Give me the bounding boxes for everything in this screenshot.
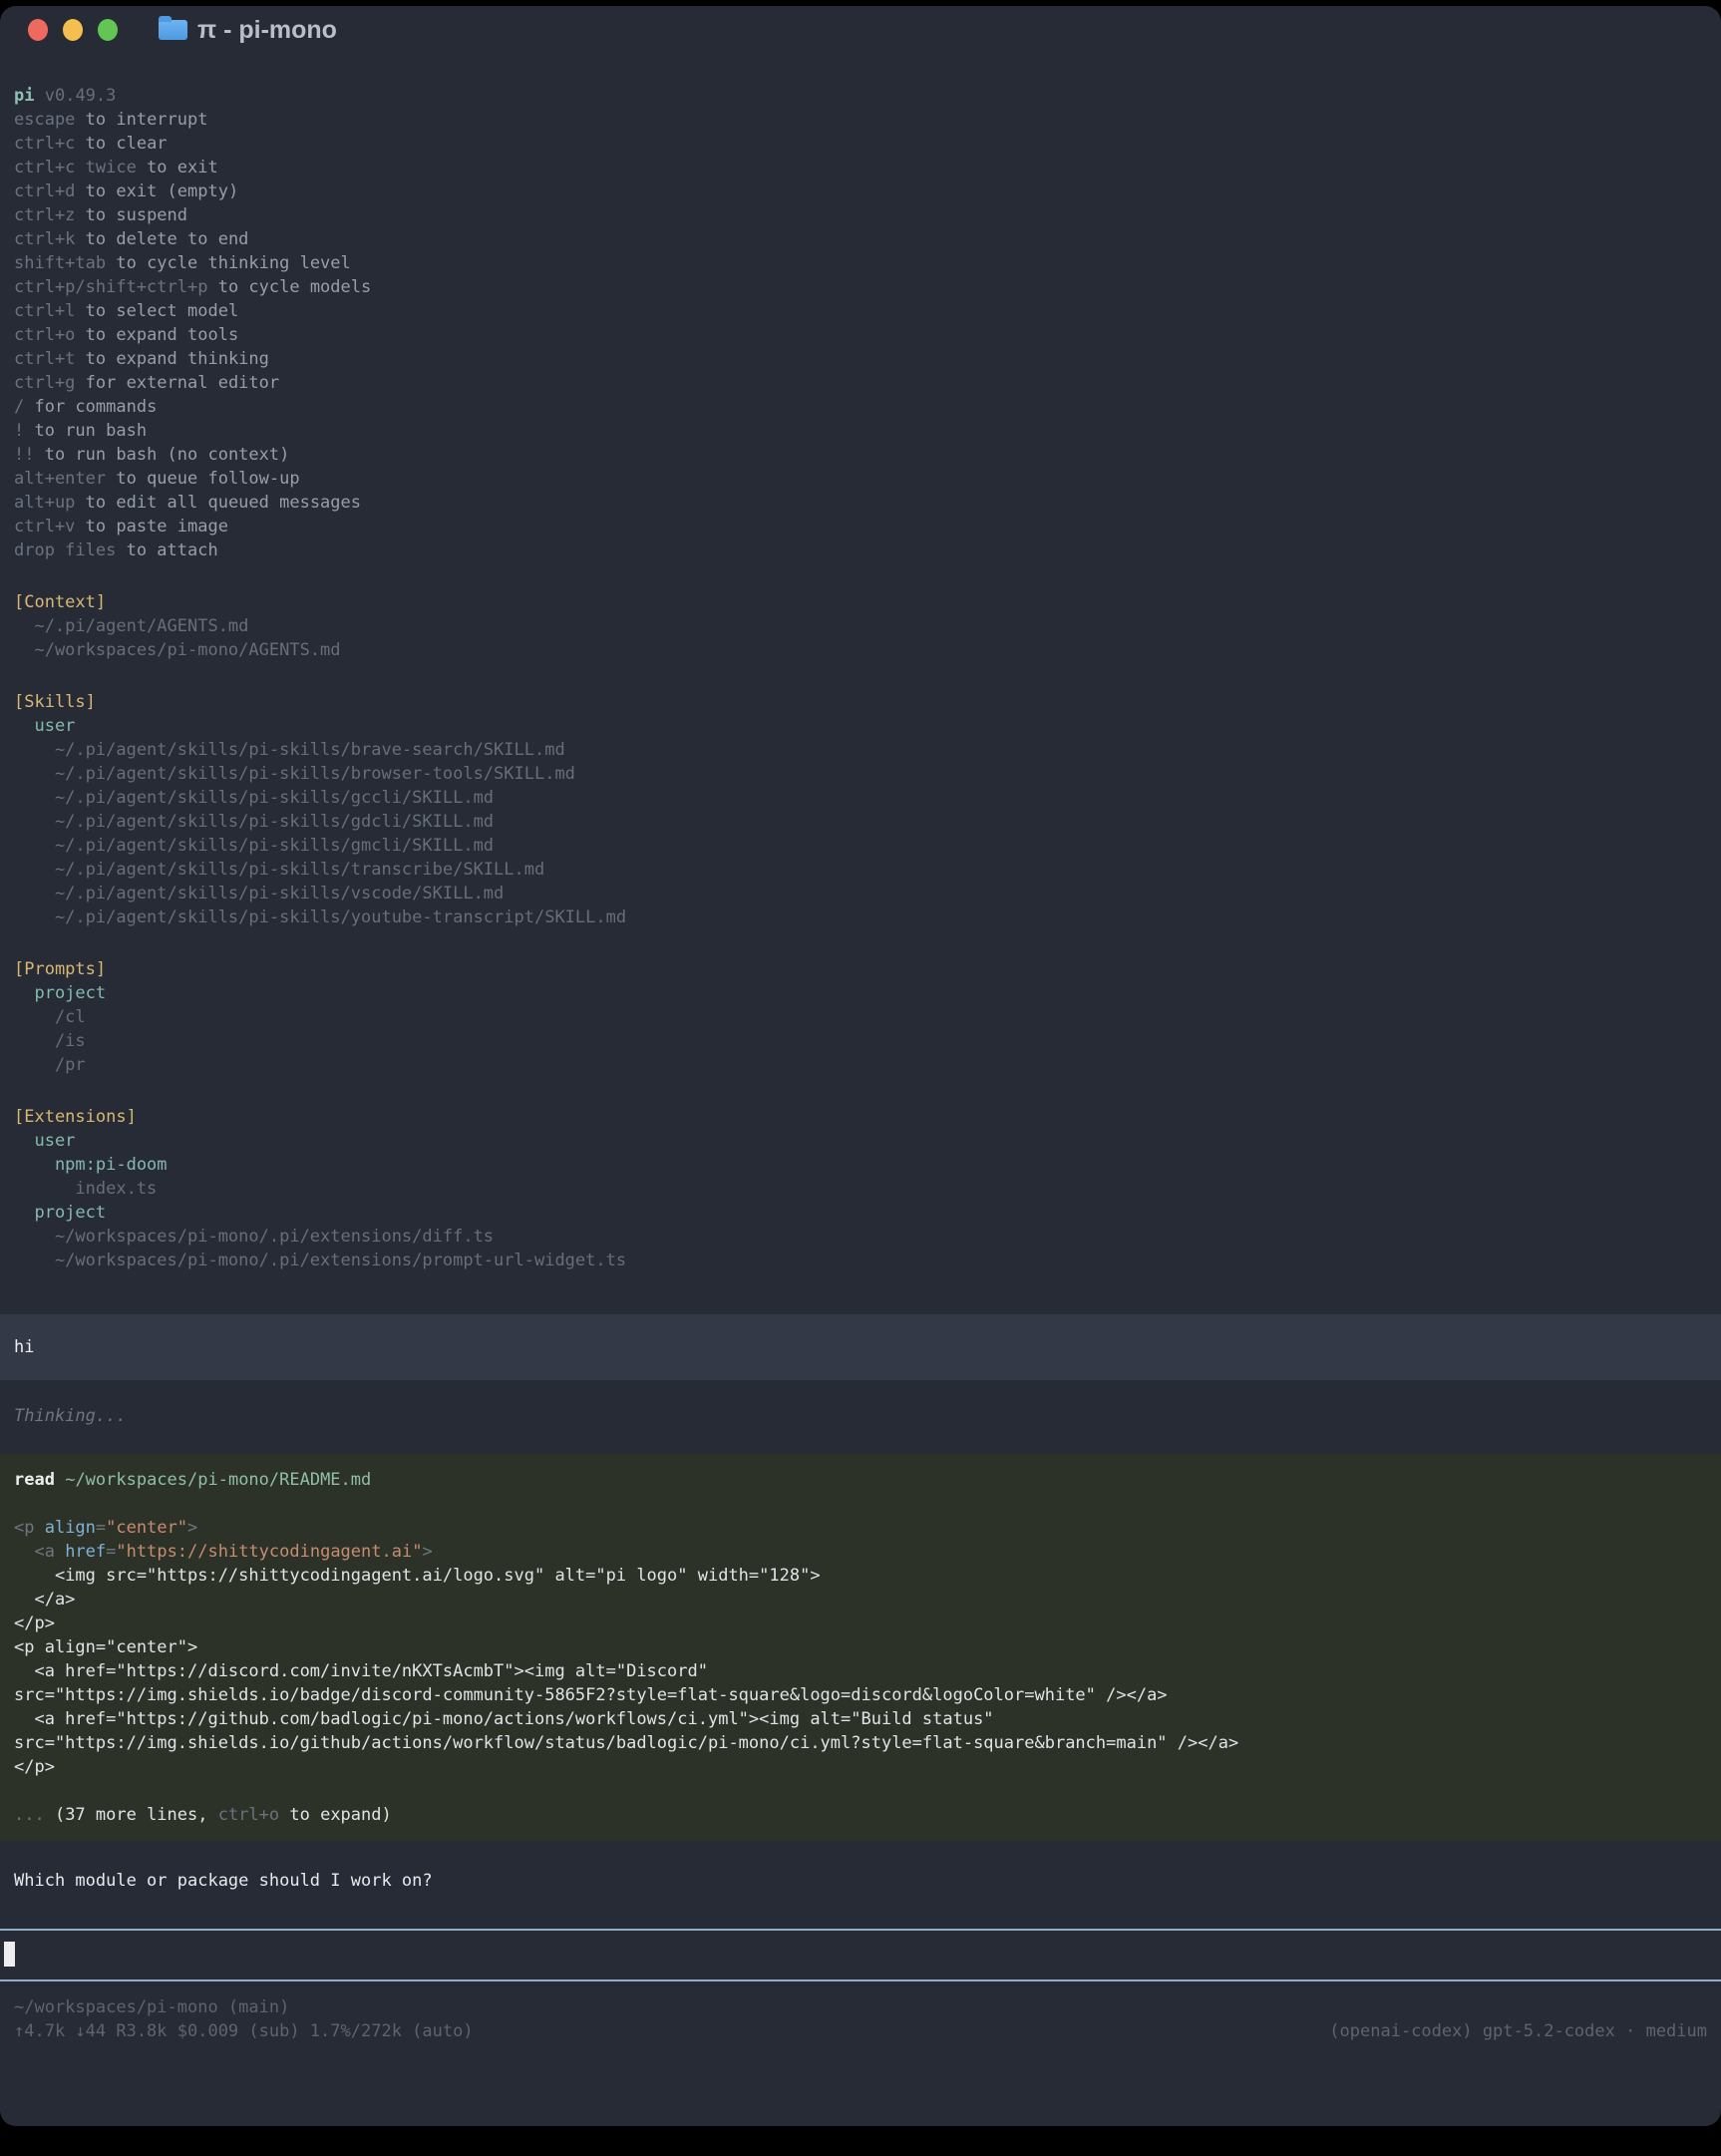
tool-call-header: read ~/workspaces/pi-mono/README.md — [0, 1468, 1721, 1492]
zoom-button[interactable] — [98, 19, 118, 41]
code-line — [0, 1779, 1721, 1803]
status-line2: ↑4.7k ↓44 R3.8k $0.009 (sub) 1.7%/272k (… — [0, 2019, 1721, 2043]
code-line: ... (37 more lines, ctrl+o to expand) — [0, 1803, 1721, 1827]
shortcut-row: ! to run bash — [0, 419, 1721, 443]
thinking-indicator: Thinking... — [0, 1404, 1721, 1428]
window-title: π - pi-mono — [197, 16, 337, 45]
skill-row: ~/.pi/agent/skills/pi-skills/transcribe/… — [0, 858, 1721, 882]
code-line: </p> — [0, 1755, 1721, 1779]
shortcuts-list: escape to interruptctrl+c to clearctrl+c… — [0, 108, 1721, 562]
extensions-list: usernpm:pi-doomindex.tsproject~/workspac… — [0, 1129, 1721, 1272]
shortcut-row: alt+up to edit all queued messages — [0, 491, 1721, 515]
extension-row: project — [0, 1201, 1721, 1225]
prompt-row: /pr — [0, 1053, 1721, 1077]
app-version: v0.49.3 — [45, 86, 117, 106]
prompt-input[interactable] — [0, 1929, 1721, 1981]
skill-row: ~/.pi/agent/skills/pi-skills/brave-searc… — [0, 738, 1721, 762]
shortcut-row: ctrl+g for external editor — [0, 371, 1721, 395]
shortcut-row: shift+tab to cycle thinking level — [0, 251, 1721, 275]
close-button[interactable] — [28, 19, 48, 41]
tool-arg-path: ~/workspaces/pi-mono/README.md — [65, 1470, 371, 1490]
extension-row: user — [0, 1129, 1721, 1153]
shortcut-row: ctrl+k to delete to end — [0, 227, 1721, 251]
skill-row: ~/.pi/agent/skills/pi-skills/gdcli/SKILL… — [0, 810, 1721, 834]
skill-row: ~/.pi/agent/skills/pi-skills/vscode/SKIL… — [0, 882, 1721, 905]
text-cursor — [4, 1942, 15, 1967]
shortcut-row: ctrl+c to clear — [0, 132, 1721, 156]
extension-row: ~/workspaces/pi-mono/.pi/extensions/diff… — [0, 1225, 1721, 1249]
skill-row: ~/.pi/agent/skills/pi-skills/youtube-tra… — [0, 905, 1721, 929]
extensions-section-header: [Extensions] — [0, 1105, 1721, 1129]
shortcut-row: ctrl+v to paste image — [0, 515, 1721, 539]
prompt-row: /is — [0, 1029, 1721, 1053]
assistant-message: Which module or package should I work on… — [0, 1869, 1721, 1893]
code-line: <p align="center"> — [0, 1635, 1721, 1659]
prompts-list: project/cl/is/pr — [0, 981, 1721, 1077]
shortcut-row: ctrl+z to suspend — [0, 203, 1721, 227]
folder-icon — [159, 20, 187, 40]
skills-list: user~/.pi/agent/skills/pi-skills/brave-s… — [0, 714, 1721, 929]
terminal-content: pi v0.49.3 escape to interruptctrl+c to … — [0, 54, 1721, 2043]
prompts-section-header: [Prompts] — [0, 957, 1721, 981]
shortcut-row: ctrl+l to select model — [0, 299, 1721, 323]
code-line: <img src="https://shittycodingagent.ai/l… — [0, 1564, 1721, 1588]
code-line: </p> — [0, 1612, 1721, 1635]
skill-row: user — [0, 714, 1721, 738]
shortcut-row: escape to interrupt — [0, 108, 1721, 132]
context-path: ~/.pi/agent/AGENTS.md — [0, 614, 1721, 638]
code-line: </a> — [0, 1588, 1721, 1612]
status-bar: ~/workspaces/pi-mono (main) ↑4.7k ↓44 R3… — [0, 1995, 1721, 2043]
terminal-window: π - pi-mono pi v0.49.3 escape to interru… — [0, 6, 1721, 2126]
code-line: <a href="https://shittycodingagent.ai"> — [0, 1540, 1721, 1564]
user-message: hi — [0, 1314, 1721, 1380]
extension-row: npm:pi-doom — [0, 1153, 1721, 1177]
skills-section-header: [Skills] — [0, 690, 1721, 714]
minimize-button[interactable] — [63, 19, 83, 41]
tool-output-code: <p align="center"> <a href="https://shit… — [0, 1516, 1721, 1827]
shortcut-row: ctrl+t to expand thinking — [0, 347, 1721, 371]
status-cwd: ~/workspaces/pi-mono (main) — [0, 1995, 1721, 2019]
context-path: ~/workspaces/pi-mono/AGENTS.md — [0, 638, 1721, 662]
tool-call-block: read ~/workspaces/pi-mono/README.md <p a… — [0, 1454, 1721, 1841]
shortcut-row: alt+enter to queue follow-up — [0, 467, 1721, 491]
skill-row: ~/.pi/agent/skills/pi-skills/browser-too… — [0, 762, 1721, 786]
tool-name: read — [14, 1470, 55, 1490]
code-line: src="https://img.shields.io/badge/discor… — [0, 1683, 1721, 1707]
shortcut-row: ctrl+c twice to exit — [0, 156, 1721, 180]
extension-row: ~/workspaces/pi-mono/.pi/extensions/prom… — [0, 1249, 1721, 1272]
app-version-line: pi v0.49.3 — [0, 84, 1721, 108]
shortcut-row: ctrl+p/shift+ctrl+p to cycle models — [0, 275, 1721, 299]
status-token-stats: ↑4.7k ↓44 R3.8k $0.009 (sub) 1.7%/272k (… — [14, 2019, 474, 2043]
shortcut-row: !! to run bash (no context) — [0, 443, 1721, 467]
prompt-row: /cl — [0, 1005, 1721, 1029]
prompt-row: project — [0, 981, 1721, 1005]
shortcut-row: / for commands — [0, 395, 1721, 419]
code-line: <a href="https://github.com/badlogic/pi-… — [0, 1707, 1721, 1731]
skill-row: ~/.pi/agent/skills/pi-skills/gccli/SKILL… — [0, 786, 1721, 810]
status-model-info: (openai-codex) gpt-5.2-codex · medium — [1329, 2019, 1707, 2043]
shortcut-row: drop files to attach — [0, 539, 1721, 562]
titlebar[interactable]: π - pi-mono — [0, 6, 1721, 54]
shortcut-row: ctrl+o to expand tools — [0, 323, 1721, 347]
extension-row: index.ts — [0, 1177, 1721, 1201]
code-line: src="https://img.shields.io/github/actio… — [0, 1731, 1721, 1755]
context-section-header: [Context] — [0, 590, 1721, 614]
app-name: pi — [14, 86, 34, 106]
context-list: ~/.pi/agent/AGENTS.md~/workspaces/pi-mon… — [0, 614, 1721, 662]
code-line: <p align="center"> — [0, 1516, 1721, 1540]
code-line: <a href="https://discord.com/invite/nKXT… — [0, 1659, 1721, 1683]
shortcut-row: ctrl+d to exit (empty) — [0, 180, 1721, 203]
skill-row: ~/.pi/agent/skills/pi-skills/gmcli/SKILL… — [0, 834, 1721, 858]
